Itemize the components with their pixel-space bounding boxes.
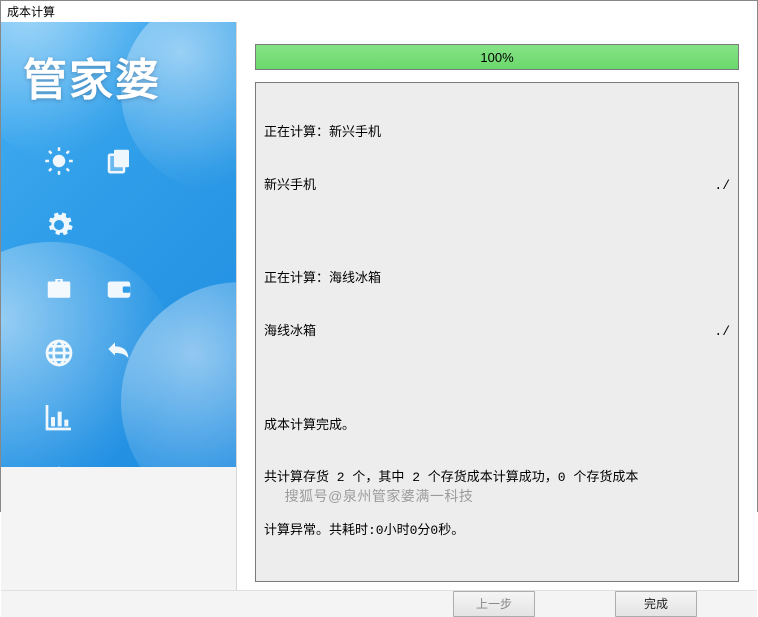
gear-icon (44, 210, 74, 243)
log-line: 计算异常。共耗时:0小时0分0秒。 (264, 522, 730, 540)
undo-icon (103, 337, 135, 372)
log-line: 正在计算：新兴手机 (264, 124, 730, 142)
log-output[interactable]: 正在计算：新兴手机 新兴手机 ./ 正在计算：海线冰箱 海线冰箱 ./ 成本计算… (255, 82, 739, 582)
body-area: 管家婆 (1, 22, 757, 590)
copy-icon (104, 146, 134, 179)
app-logo-text: 管家婆 (1, 22, 236, 108)
window-title: 成本计算 (1, 1, 757, 22)
log-line: 海线冰箱 ./ (264, 323, 730, 341)
sun-icon (44, 146, 74, 179)
footer-bar: 上一步 完成 (1, 590, 757, 617)
sidebar-icon-grid (31, 132, 211, 467)
progress-bar: 100% (255, 44, 739, 70)
progress-text: 100% (480, 50, 513, 65)
wallet-icon (102, 274, 136, 307)
finish-button[interactable]: 完成 (615, 591, 697, 617)
main-panel: 100% 正在计算：新兴手机 新兴手机 ./ 正在计算：海线冰箱 海线冰箱 ./… (236, 22, 757, 590)
briefcase-icon (42, 274, 76, 307)
pie-icon (104, 466, 134, 468)
log-line: 共计算存货 2 个，其中 2 个存货成本计算成功，0 个存货成本 (264, 469, 730, 487)
prev-button[interactable]: 上一步 (453, 591, 535, 617)
log-line: 新兴手机 ./ (264, 177, 730, 195)
sidebar-banner: 管家婆 (1, 22, 236, 467)
log-line: 成本计算完成。 (264, 417, 730, 435)
globe-icon (43, 337, 75, 372)
bar-chart-icon (43, 401, 75, 436)
cost-calc-window: 成本计算 管家婆 (0, 0, 758, 512)
star-icon (44, 466, 74, 468)
log-line: 正在计算：海线冰箱 (264, 270, 730, 288)
